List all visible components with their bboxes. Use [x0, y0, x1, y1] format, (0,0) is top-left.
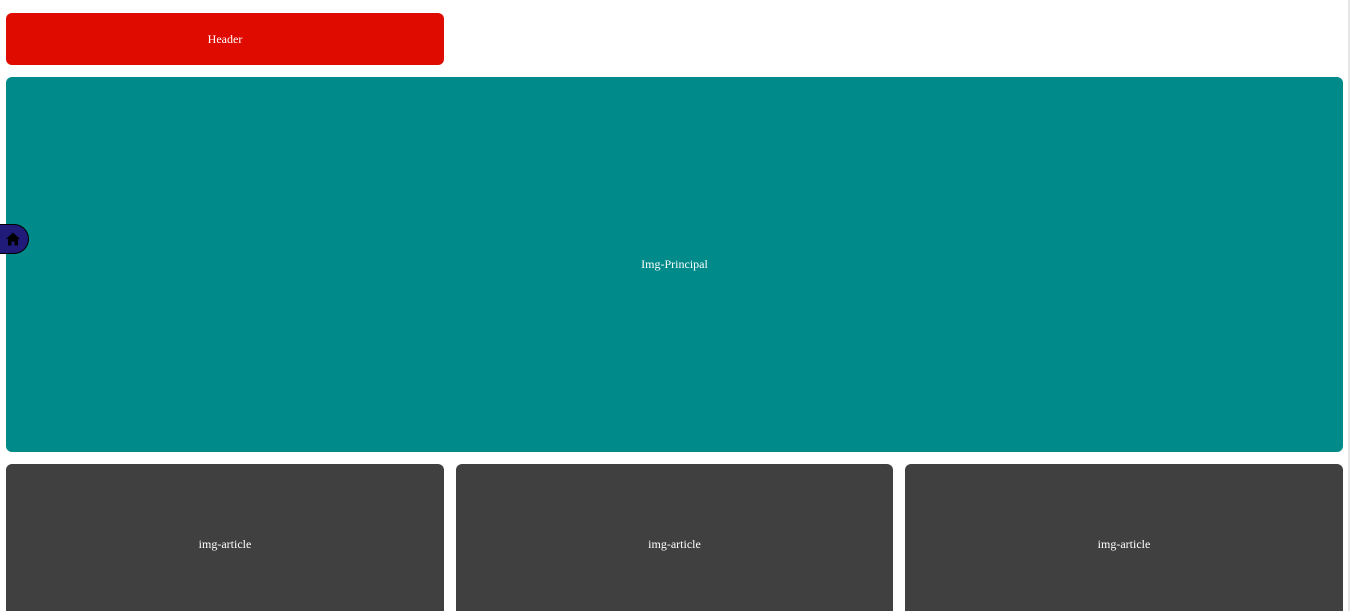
home-button[interactable] — [0, 224, 29, 254]
scrollbar-edge — [1348, 0, 1350, 611]
article-label: img-article — [198, 536, 252, 551]
article-card-2: img-article — [456, 464, 893, 611]
page: Header Img-Principal img-article img-art… — [0, 0, 1351, 611]
article-card-1: img-article — [6, 464, 444, 611]
main-image-label: Img-Principal — [641, 257, 708, 271]
article-label: img-article — [648, 536, 701, 551]
article-label: img-article — [1097, 536, 1151, 551]
main-image-block: Img-Principal — [6, 77, 1343, 452]
header-block: Header — [6, 13, 444, 65]
article-card-3: img-article — [905, 464, 1343, 611]
header-label: Header — [207, 31, 243, 46]
home-icon — [6, 232, 20, 246]
